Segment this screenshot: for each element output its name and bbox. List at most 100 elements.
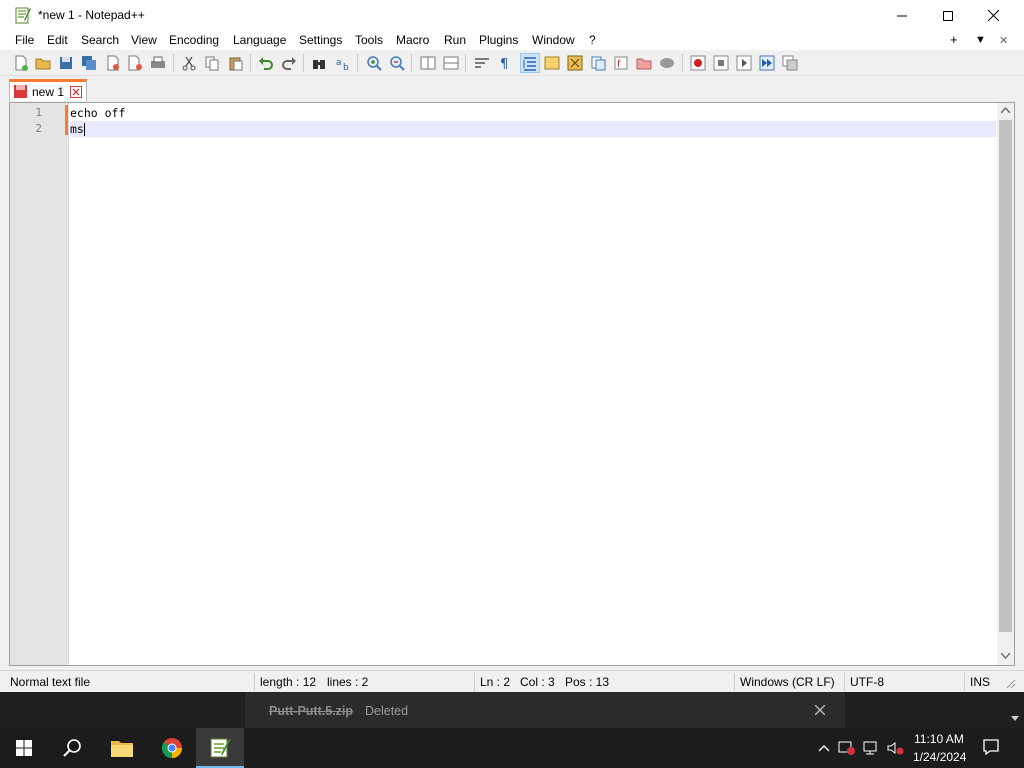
- menu-window[interactable]: Window: [532, 33, 575, 47]
- menu-plugins[interactable]: Plugins: [479, 33, 518, 47]
- notification-icon: [983, 739, 999, 756]
- menu-view[interactable]: View: [131, 33, 157, 47]
- menu-run[interactable]: Run: [444, 33, 466, 47]
- volume-tray-icon[interactable]: [886, 740, 904, 756]
- sync-horizontal-button[interactable]: [441, 53, 461, 73]
- menu-encoding[interactable]: Encoding: [169, 33, 219, 47]
- find-button[interactable]: [309, 53, 329, 73]
- sync-vertical-icon: [420, 56, 436, 70]
- status-insert-mode[interactable]: INS: [970, 675, 990, 689]
- save-all-button[interactable]: [79, 53, 99, 73]
- tab-close-icon[interactable]: [70, 86, 82, 98]
- notepadpp-icon: [210, 738, 231, 758]
- indent-guide-icon: [523, 57, 536, 71]
- scrollbar-thumb[interactable]: [999, 120, 1012, 632]
- print-button[interactable]: [148, 53, 168, 73]
- editor-area[interactable]: 1 2 echo off ms: [9, 102, 1015, 666]
- copy-icon: [205, 56, 219, 71]
- show-all-characters-button[interactable]: ¶: [495, 53, 515, 73]
- record-icon: [690, 55, 706, 71]
- notifications-button[interactable]: [982, 739, 1000, 756]
- menu-macro[interactable]: Macro: [396, 33, 429, 47]
- scroll-down-icon[interactable]: [1011, 716, 1019, 722]
- svg-text:¶: ¶: [500, 57, 508, 71]
- stop-macro-button[interactable]: [711, 53, 731, 73]
- download-close-button[interactable]: [811, 701, 829, 719]
- new-file-button[interactable]: [11, 53, 31, 73]
- indent-guide-button[interactable]: [520, 53, 540, 73]
- menu-bar: File Edit Search View Encoding Language …: [0, 31, 1024, 50]
- new-tab-plus-button[interactable]: +: [950, 32, 958, 47]
- close-button[interactable]: [970, 0, 1016, 31]
- function-list-button[interactable]: [588, 53, 608, 73]
- minimize-button[interactable]: [879, 0, 925, 31]
- tab-new-1[interactable]: new 1: [9, 79, 87, 101]
- word-wrap-button[interactable]: [472, 53, 492, 73]
- menu-edit[interactable]: Edit: [47, 33, 68, 47]
- replace-button[interactable]: ab: [333, 53, 353, 73]
- copy-button[interactable]: [202, 53, 222, 73]
- status-encoding[interactable]: UTF-8: [850, 675, 884, 689]
- status-bar: Normal text file length : 12 lines : 2 L…: [0, 670, 1024, 692]
- close-file-button[interactable]: [103, 53, 123, 73]
- cut-button[interactable]: [179, 53, 199, 73]
- maximize-button[interactable]: [925, 0, 971, 31]
- monitoring-button[interactable]: [657, 53, 677, 73]
- zoom-in-button[interactable]: [364, 53, 384, 73]
- folder-as-workspace-button[interactable]: f: [611, 53, 631, 73]
- scroll-up-icon[interactable]: [1001, 107, 1010, 113]
- open-file-button[interactable]: [33, 53, 53, 73]
- tab-list-dropdown-button[interactable]: ▼: [975, 34, 986, 46]
- show-hidden-icons-button[interactable]: [815, 740, 833, 756]
- zoom-out-button[interactable]: [387, 53, 407, 73]
- redo-button[interactable]: [279, 53, 299, 73]
- toolbar-separator: [303, 54, 304, 72]
- editor-line-current[interactable]: ms: [70, 121, 996, 137]
- paste-button[interactable]: [226, 53, 246, 73]
- line-text: ms: [70, 122, 84, 136]
- folder-button[interactable]: [634, 53, 654, 73]
- close-all-button[interactable]: [125, 53, 145, 73]
- sync-vertical-button[interactable]: [418, 53, 438, 73]
- menu-search[interactable]: Search: [81, 33, 119, 47]
- editor-line[interactable]: echo off: [70, 105, 996, 121]
- download-item[interactable]: Putt-Putt.5.zip Deleted: [245, 692, 845, 728]
- vertical-scrollbar[interactable]: [997, 103, 1014, 665]
- status-eol[interactable]: Windows (CR LF): [740, 675, 835, 689]
- undo-button[interactable]: [256, 53, 276, 73]
- clock-date[interactable]: 1/24/2024: [913, 750, 966, 764]
- save-macro-button[interactable]: [780, 53, 800, 73]
- title-bar[interactable]: *new 1 - Notepad++: [0, 0, 1024, 31]
- document-map-button[interactable]: [565, 53, 585, 73]
- defender-tray-icon[interactable]: [838, 740, 856, 756]
- close-document-button[interactable]: ✕: [999, 34, 1008, 47]
- folder-icon: [111, 741, 133, 757]
- clock-time[interactable]: 11:10 AM: [914, 732, 964, 746]
- resize-grip-icon[interactable]: [1006, 679, 1016, 689]
- menu-file[interactable]: File: [15, 33, 34, 47]
- chrome-button[interactable]: [148, 728, 196, 768]
- windows-logo-icon: [16, 740, 32, 756]
- start-button[interactable]: [0, 728, 48, 768]
- save-button[interactable]: [56, 53, 76, 73]
- play-macro-button[interactable]: [734, 53, 754, 73]
- save-all-icon: [82, 56, 96, 70]
- define-language-button[interactable]: [542, 53, 562, 73]
- volume-muted-icon: [887, 742, 904, 755]
- menu-language[interactable]: Language: [233, 33, 286, 47]
- notepadpp-taskbar-button[interactable]: [196, 728, 244, 768]
- file-explorer-button[interactable]: [98, 728, 146, 768]
- record-macro-button[interactable]: [688, 53, 708, 73]
- menu-tools[interactable]: Tools: [355, 33, 383, 47]
- menu-settings[interactable]: Settings: [299, 33, 342, 47]
- binoculars-icon: [313, 60, 325, 69]
- redo-icon: [282, 57, 296, 70]
- menu-help[interactable]: ?: [589, 33, 596, 47]
- scroll-down-icon[interactable]: [1001, 653, 1010, 659]
- close-icon: [815, 705, 825, 715]
- close-all-icon: [128, 55, 142, 71]
- search-button[interactable]: [48, 728, 96, 768]
- network-tray-icon[interactable]: [862, 740, 880, 756]
- run-macro-multiple-button[interactable]: [757, 53, 777, 73]
- document-map-icon: [567, 55, 583, 71]
